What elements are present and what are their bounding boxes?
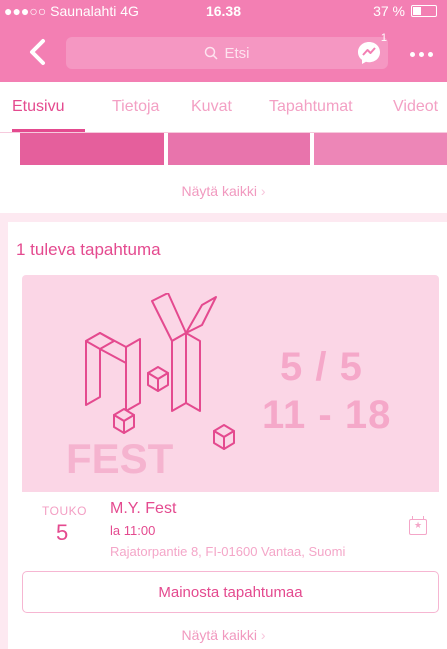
banner-hours: 11 - 18 (262, 393, 392, 437)
upcoming-events-section: 1 tuleva tapahtuma FEST 5 / 5 11 - 18 TO… (8, 222, 447, 649)
messenger-button[interactable]: 1 (355, 32, 387, 67)
battery-status: 37 % (373, 3, 437, 19)
more-options-button[interactable] (410, 52, 433, 57)
see-all-label: Näytä kaikki (181, 627, 257, 643)
photo-thumbnail[interactable] (168, 133, 310, 165)
see-all-label: Näytä kaikki (181, 183, 257, 199)
status-bar: ●●●○○ Saunalahti 4G 16.38 37 % (0, 0, 447, 22)
promote-event-button[interactable]: Mainosta tapahtumaa (22, 571, 439, 613)
active-tab-indicator (12, 129, 85, 132)
search-input[interactable]: Etsi (66, 37, 388, 69)
search-placeholder: Etsi (224, 44, 250, 62)
event-day: 5 (56, 520, 69, 545)
events-heading: 1 tuleva tapahtuma (16, 240, 161, 259)
event-name[interactable]: M.Y. Fest (110, 500, 176, 518)
messenger-badge: 1 (380, 32, 387, 44)
event-address: Rajatorpantie 8, FI-01600 Vantaa, Suomi (110, 544, 346, 559)
photo-thumbnail[interactable] (314, 133, 447, 165)
photos-section: Näytä kaikki › (0, 133, 447, 213)
page-tabs: Etusivu Tietoja Kuvat Tapahtumat Videot (0, 82, 447, 133)
event-time: la 11:00 (110, 523, 156, 538)
chevron-right-icon: › (260, 183, 266, 199)
banner-fest-text: FEST (66, 435, 174, 482)
event-details[interactable]: TOUKO 5 M.Y. Fest la 11:00 Rajatorpantie… (22, 492, 439, 566)
dot-icon (428, 52, 433, 57)
tab-home[interactable]: Etusivu (12, 98, 64, 116)
tab-photos[interactable]: Kuvat (191, 98, 232, 116)
battery-icon (411, 5, 437, 17)
event-month: TOUKO (42, 504, 87, 518)
photo-thumbnail[interactable] (20, 133, 164, 165)
calendar-star-icon[interactable]: ★ (409, 516, 427, 535)
banner-date: 5 / 5 (280, 345, 363, 389)
tab-events[interactable]: Tapahtumat (269, 98, 353, 116)
events-see-all-link[interactable]: Näytä kaikki › (0, 627, 447, 643)
dot-icon (419, 52, 424, 57)
event-banner[interactable]: FEST 5 / 5 11 - 18 (22, 275, 439, 492)
nav-bar: Etsi 1 (0, 22, 447, 82)
photos-see-all-link[interactable]: Näytä kaikki › (0, 183, 447, 199)
tab-about[interactable]: Tietoja (112, 98, 159, 116)
back-arrow-icon[interactable] (26, 38, 50, 66)
tab-videos[interactable]: Videot (393, 98, 438, 116)
chevron-right-icon: › (260, 627, 266, 643)
messenger-icon (358, 42, 380, 64)
search-icon (205, 46, 219, 60)
dot-icon (410, 52, 415, 57)
battery-percent: 37 % (373, 3, 405, 19)
